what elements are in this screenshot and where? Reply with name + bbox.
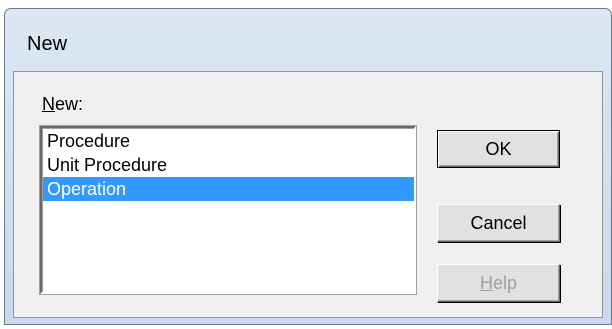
new-type-listbox[interactable]: Procedure Unit Procedure Operation — [39, 125, 417, 295]
new-dialog: New New: Procedure Unit Procedure Operat… — [4, 8, 612, 325]
new-list-label: New: — [42, 94, 83, 115]
listbox-items: Procedure Unit Procedure Operation — [42, 128, 414, 292]
list-item-procedure[interactable]: Procedure — [43, 129, 414, 153]
help-button-accelerator: H — [479, 273, 493, 293]
dialog-body: New: Procedure Unit Procedure Operation … — [13, 71, 603, 318]
new-list-label-text: ew: — [55, 94, 84, 114]
title-bar[interactable]: New — [5, 9, 611, 71]
help-button-label: elp — [492, 273, 518, 293]
help-button: Help — [437, 264, 560, 302]
dialog-title: New — [27, 33, 68, 55]
list-item-label: Procedure — [47, 131, 131, 151]
new-list-label-accelerator: N — [42, 94, 55, 114]
ok-button[interactable]: OK — [437, 130, 560, 168]
cancel-button[interactable]: Cancel — [437, 204, 560, 242]
list-item-unit-procedure[interactable]: Unit Procedure — [43, 153, 414, 177]
list-item-operation[interactable]: Operation — [43, 177, 414, 201]
list-item-label: Unit Procedure — [47, 155, 168, 175]
list-item-label: Operation — [47, 179, 127, 199]
